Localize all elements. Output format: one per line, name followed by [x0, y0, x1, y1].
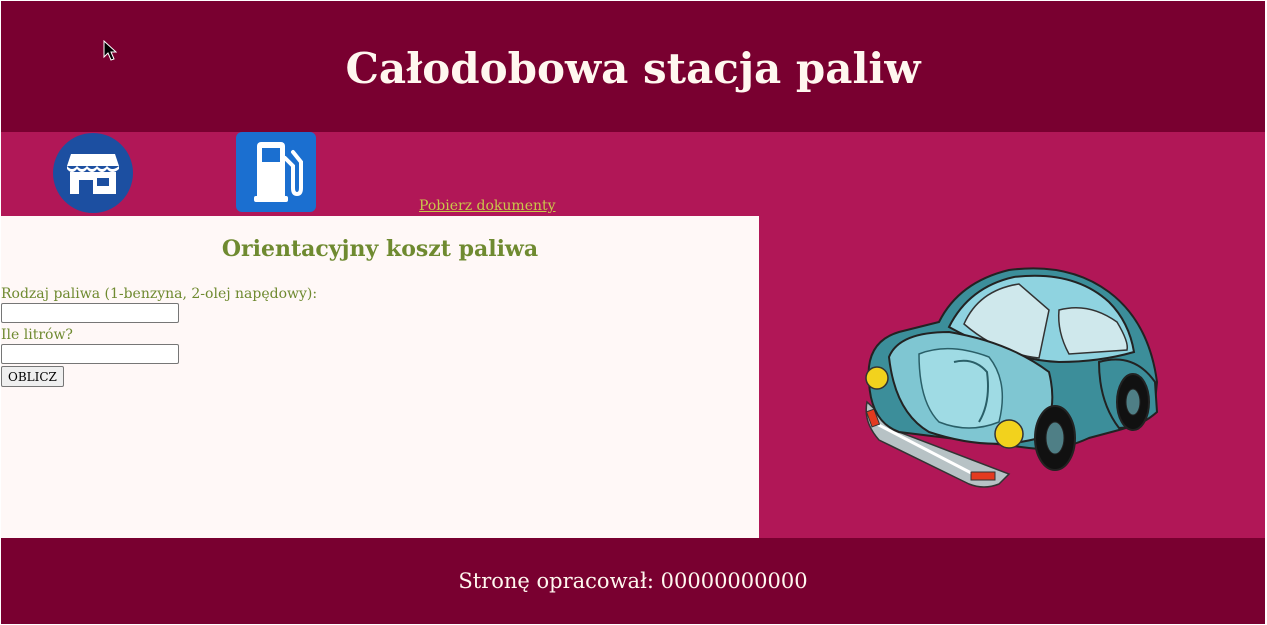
- footer: Stronę opracował: 00000000000: [1, 538, 1265, 624]
- liters-input[interactable]: [1, 344, 179, 364]
- calculator-panel: Orientacyjny koszt paliwa Rodzaj paliwa …: [1, 216, 759, 538]
- footer-author-text: Stronę opracował: 00000000000: [458, 569, 808, 593]
- header-banner: Całodobowa stacja paliw: [1, 1, 1265, 132]
- nav-bar: Pobierz dokumenty: [1, 132, 1265, 216]
- image-panel: [759, 216, 1265, 538]
- page-title: Całodobowa stacja paliw: [345, 44, 921, 93]
- car-illustration: [865, 267, 1159, 488]
- fuel-station-link[interactable]: [235, 132, 319, 214]
- store-icon: [53, 133, 133, 213]
- mouse-cursor-icon: [103, 40, 117, 61]
- store-link[interactable]: [51, 132, 135, 214]
- fuel-pump-icon: [236, 132, 316, 212]
- liters-label: Ile litrów?: [1, 327, 73, 343]
- calculate-button[interactable]: OBLICZ: [1, 366, 64, 387]
- calculator-title: Orientacyjny koszt paliwa: [221, 236, 539, 262]
- fuel-type-input[interactable]: [1, 303, 179, 323]
- fuel-type-label: Rodzaj paliwa (1-benzyna, 2-olej napędow…: [1, 286, 318, 302]
- download-documents-link[interactable]: Pobierz dokumenty: [419, 198, 556, 214]
